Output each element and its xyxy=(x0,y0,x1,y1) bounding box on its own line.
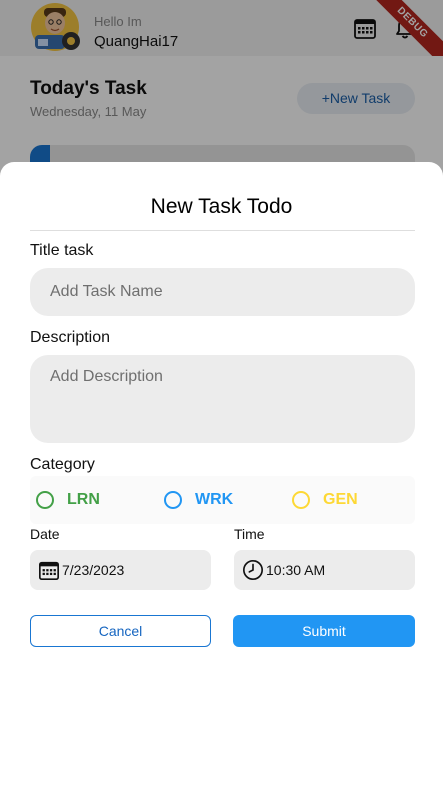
sheet-title: New Task Todo xyxy=(150,195,293,218)
category-option-wrk[interactable]: WRK xyxy=(164,476,233,524)
clock-icon xyxy=(243,560,263,580)
category-option-label: WRK xyxy=(195,491,234,508)
date-label: Date xyxy=(30,526,60,542)
time-value: 10:30 AM xyxy=(266,562,326,578)
date-value: 7/23/2023 xyxy=(62,562,125,578)
time-label: Time xyxy=(234,526,265,542)
cancel-button[interactable]: Cancel xyxy=(30,615,211,647)
radio-icon[interactable] xyxy=(36,491,54,509)
radio-icon[interactable] xyxy=(164,491,182,509)
radio-icon[interactable] xyxy=(292,491,310,509)
description-input[interactable]: Add Description xyxy=(30,355,415,443)
description-label: Description xyxy=(30,329,111,346)
new-task-sheet: New Task Todo Title task Add Task Name D… xyxy=(0,162,443,808)
category-option-label: LRN xyxy=(67,491,100,508)
calendar-icon xyxy=(39,561,59,580)
time-picker[interactable]: 10:30 AM xyxy=(234,550,415,590)
category-option-label: GEN xyxy=(323,491,358,508)
category-label: Category xyxy=(30,456,95,473)
category-option-lrn[interactable]: LRN xyxy=(36,476,100,524)
category-radio-group: LRN WRK GEN xyxy=(30,476,415,524)
task-name-input[interactable]: Add Task Name xyxy=(30,268,415,316)
category-option-gen[interactable]: GEN xyxy=(292,476,358,524)
date-picker[interactable]: 7/23/2023 xyxy=(30,550,211,590)
submit-button[interactable]: Submit xyxy=(233,615,415,647)
divider xyxy=(30,230,415,231)
title-label: Title task xyxy=(30,242,94,259)
